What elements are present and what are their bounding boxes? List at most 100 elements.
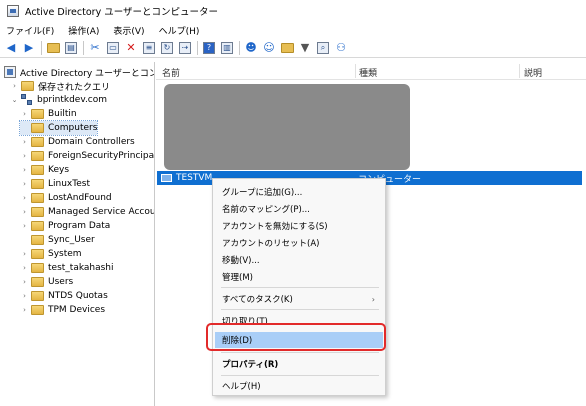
folder-icon bbox=[31, 123, 44, 133]
folder-icon bbox=[31, 249, 44, 259]
forward-arrow-icon[interactable]: ▶ bbox=[22, 41, 36, 55]
tree-root[interactable]: Active Directory ユーザーとコンピュー bbox=[4, 65, 154, 79]
tree-item-label: Builtin bbox=[48, 109, 77, 119]
group-icon[interactable]: ☺ bbox=[262, 41, 276, 55]
find-icon[interactable]: ⌕ bbox=[316, 41, 330, 55]
ad-console-icon bbox=[4, 66, 16, 78]
folder-icon bbox=[31, 193, 44, 203]
folder-icon bbox=[31, 221, 44, 231]
filter-icon[interactable]: ▼ bbox=[298, 41, 312, 55]
chevron-right-icon[interactable]: › bbox=[20, 292, 29, 300]
back-arrow-icon[interactable]: ◀ bbox=[4, 41, 18, 55]
console-tree-icon[interactable]: ▤ bbox=[64, 41, 78, 55]
menu-view[interactable]: 表示(V) bbox=[113, 24, 144, 37]
menu-item-manage[interactable]: 管理(M) bbox=[213, 269, 385, 285]
chevron-right-icon[interactable]: › bbox=[20, 166, 29, 174]
tree-item-label: TPM Devices bbox=[48, 305, 106, 315]
column-header-type[interactable]: 種類 bbox=[359, 66, 377, 79]
tree-item-label: Program Data bbox=[48, 221, 111, 231]
menu-item-name-mappings[interactable]: 名前のマッピング(P)... bbox=[213, 201, 385, 217]
menu-item-all-tasks[interactable]: すべてのタスク(K) › bbox=[213, 291, 385, 307]
tree-item-sync-user[interactable]: Sync_User bbox=[20, 233, 95, 247]
chevron-right-icon[interactable]: › bbox=[20, 152, 29, 160]
tree-item-lostandfound[interactable]: › LostAndFound bbox=[20, 191, 112, 205]
chevron-right-icon[interactable]: › bbox=[20, 180, 29, 188]
column-divider[interactable] bbox=[355, 64, 356, 78]
tree-item-label: Users bbox=[48, 277, 74, 287]
tree-item-managed-service-accounts[interactable]: › Managed Service Accoun bbox=[20, 205, 154, 219]
tree-item-linuxtest[interactable]: › LinuxTest bbox=[20, 177, 90, 191]
up-folder-icon[interactable] bbox=[46, 41, 60, 55]
folder-icon bbox=[31, 207, 44, 217]
app-icon bbox=[7, 5, 19, 17]
delete-icon[interactable]: ✕ bbox=[124, 41, 138, 55]
toolbar-separator bbox=[197, 41, 198, 55]
domain-icon bbox=[21, 94, 33, 106]
tree-item-system[interactable]: › System bbox=[20, 247, 82, 261]
menu-item-disable-account[interactable]: アカウントを無効にする(S) bbox=[213, 218, 385, 234]
redaction-overlay bbox=[164, 84, 410, 170]
menu-action[interactable]: 操作(A) bbox=[68, 24, 99, 37]
chevron-right-icon[interactable]: › bbox=[20, 222, 29, 230]
chevron-right-icon[interactable]: › bbox=[10, 82, 19, 90]
user-icon[interactable]: ☻ bbox=[244, 41, 258, 55]
tree-item-ntds-quotas[interactable]: › NTDS Quotas bbox=[20, 289, 108, 303]
folder-icon bbox=[31, 277, 44, 287]
tree-item-keys[interactable]: › Keys bbox=[20, 163, 69, 177]
folder-icon bbox=[31, 263, 44, 273]
list-row-name: TESTVM bbox=[176, 173, 213, 183]
tree-item-label: ForeignSecurityPrincipals bbox=[48, 151, 155, 161]
tree-item-saved-queries[interactable]: › 保存されたクエリ bbox=[10, 79, 110, 93]
context-menu: グループに追加(G)... 名前のマッピング(P)... アカウントを無効にする… bbox=[212, 178, 386, 396]
folder-icon bbox=[31, 179, 44, 189]
tree-item-tpm-devices[interactable]: › TPM Devices bbox=[20, 303, 105, 317]
column-header-description[interactable]: 説明 bbox=[524, 66, 542, 79]
chevron-down-icon[interactable]: ⌄ bbox=[10, 96, 19, 104]
refresh-icon[interactable]: ↻ bbox=[160, 41, 174, 55]
copy-icon[interactable]: ▭ bbox=[106, 41, 120, 55]
tree-item-label: LinuxTest bbox=[48, 179, 90, 189]
tree-item-label: LostAndFound bbox=[48, 193, 112, 203]
chevron-right-icon[interactable]: › bbox=[20, 194, 29, 202]
tree-item-domain-controllers[interactable]: › Domain Controllers bbox=[20, 135, 135, 149]
chevron-right-icon[interactable]: › bbox=[20, 264, 29, 272]
column-header-name[interactable]: 名前 bbox=[162, 66, 180, 79]
show-pane-icon[interactable]: ▥ bbox=[220, 41, 234, 55]
menu-item-help[interactable]: ヘルプ(H) bbox=[213, 378, 385, 394]
chevron-right-icon[interactable]: › bbox=[20, 208, 29, 216]
menu-bar: ファイル(F) 操作(A) 表示(V) ヘルプ(H) bbox=[0, 22, 586, 39]
window-title: Active Directory ユーザーとコンピューター bbox=[25, 7, 219, 18]
cut-icon[interactable]: ✂ bbox=[88, 41, 102, 55]
ou-icon[interactable] bbox=[280, 41, 294, 55]
tree-item-program-data[interactable]: › Program Data bbox=[20, 219, 110, 233]
tree-item-foreign-security-principals[interactable]: › ForeignSecurityPrincipals bbox=[20, 149, 155, 163]
menu-item-properties[interactable]: プロパティ(R) bbox=[213, 356, 385, 372]
menu-file[interactable]: ファイル(F) bbox=[6, 24, 54, 37]
export-icon[interactable]: ⇢ bbox=[178, 41, 192, 55]
properties-icon[interactable]: ≡ bbox=[142, 41, 156, 55]
chevron-right-icon[interactable]: › bbox=[20, 306, 29, 314]
menu-separator bbox=[221, 287, 379, 288]
chevron-right-icon[interactable]: › bbox=[20, 250, 29, 258]
tree-item-users[interactable]: › Users bbox=[20, 275, 73, 289]
menu-item-move[interactable]: 移動(V)... bbox=[213, 252, 385, 268]
menu-help[interactable]: ヘルプ(H) bbox=[159, 24, 200, 37]
folder-icon bbox=[31, 151, 44, 161]
tree-item-test-takahashi[interactable]: › test_takahashi bbox=[20, 261, 114, 275]
chevron-right-icon[interactable]: › bbox=[20, 278, 29, 286]
chevron-right-icon: › bbox=[371, 294, 375, 304]
menu-item-reset-account[interactable]: アカウントのリセット(A) bbox=[213, 235, 385, 251]
add-to-group-icon[interactable]: ⚇ bbox=[334, 41, 348, 55]
chevron-right-icon[interactable]: › bbox=[20, 138, 29, 146]
menu-item-add-to-group[interactable]: グループに追加(G)... bbox=[213, 184, 385, 200]
chevron-right-icon[interactable]: › bbox=[20, 110, 29, 118]
tree-item-domain[interactable]: ⌄ bprintkdev.com bbox=[10, 93, 107, 107]
tree-item-builtin[interactable]: › Builtin bbox=[20, 107, 77, 121]
folder-icon bbox=[31, 291, 44, 301]
help-icon[interactable]: ? bbox=[202, 41, 216, 55]
toolbar-separator bbox=[239, 41, 240, 55]
list-header: 名前 種類 説明 bbox=[156, 62, 586, 80]
column-divider[interactable] bbox=[519, 64, 520, 78]
console-tree[interactable]: Active Directory ユーザーとコンピュー › 保存されたクエリ ⌄… bbox=[0, 62, 155, 406]
tree-item-computers[interactable]: Computers bbox=[18, 120, 99, 136]
